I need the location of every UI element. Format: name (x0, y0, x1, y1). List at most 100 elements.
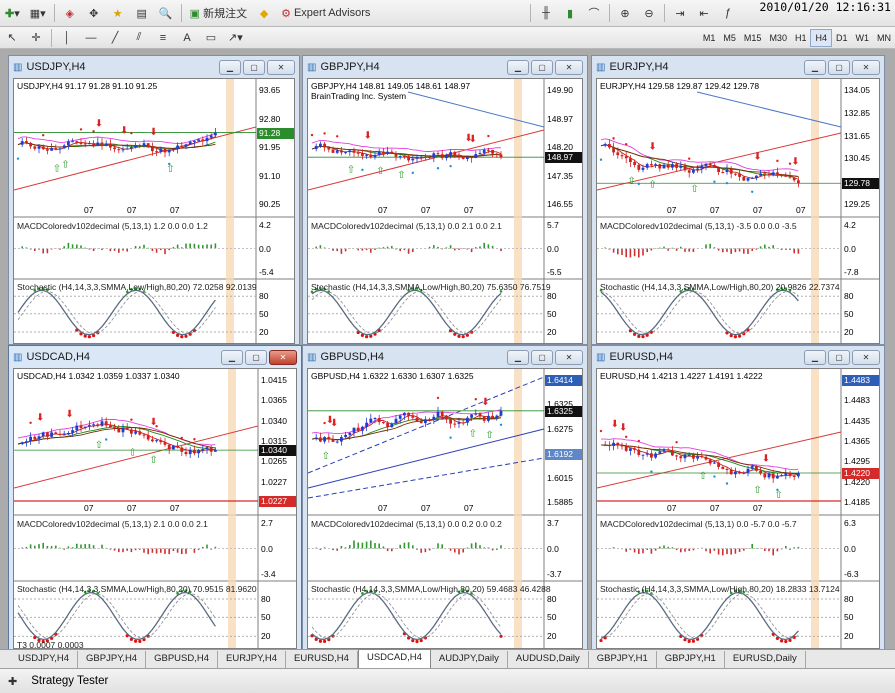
indicators-icon[interactable]: ƒ (718, 3, 738, 23)
chart-window[interactable]: ▥ GBPUSD,H4 ▁ ▢ ✕ ⬇ ⇧ ⬇ ⇧ ⬇ ⇧ GBPUSD,H4 1.6322 1.63… (302, 345, 588, 649)
timeframe-m30[interactable]: M30 (765, 29, 791, 47)
minimize-button[interactable]: ▁ (804, 349, 826, 365)
price-scale-label: 92.80 (259, 113, 281, 124)
warning-icon[interactable]: ◆ (254, 3, 274, 23)
close-button[interactable]: ✕ (852, 59, 880, 75)
window-titlebar[interactable]: ▥ EURUSD,H4 ▁ ▢ ✕ (592, 346, 884, 368)
timeframe-h1[interactable]: H1 (791, 29, 811, 47)
chart-tab[interactable]: AUDJPY,Daily (431, 651, 508, 668)
chart-tab[interactable]: GBPJPY,H4 (78, 651, 147, 668)
expert-advisors-button[interactable]: ⚙ Expert Advisors (278, 3, 373, 23)
window-titlebar[interactable]: ▥ GBPUSD,H4 ▁ ▢ ✕ (303, 346, 587, 368)
timeframe-m5[interactable]: M5 (719, 29, 740, 47)
sell-arrow: ⬇ (648, 141, 656, 152)
chart-tab[interactable]: GBPJPY,H1 (589, 651, 657, 668)
terminal-icon[interactable]: ▤ (132, 3, 152, 23)
chart-canvas[interactable]: ⬇ ⇧ ⬇ ⇧ ⬇ ⇧ EURJPY,H4 129.58 129.87 129.42 129… (596, 78, 880, 344)
cursor-icon[interactable]: ↖ (2, 28, 22, 48)
window-titlebar[interactable]: ▥ USDJPY,H4 ▁ ▢ ✕ (9, 56, 299, 78)
close-button[interactable]: ✕ (555, 349, 583, 365)
maximize-button[interactable]: ▢ (531, 349, 553, 365)
candle-body (29, 142, 32, 147)
minimize-button[interactable]: ▁ (804, 59, 826, 75)
new-chart-icon[interactable]: ✚ ▾ (2, 3, 23, 23)
line-chart-icon[interactable]: ⌒ (584, 3, 604, 23)
arrows-icon[interactable]: ↗▾ (225, 28, 246, 48)
maximize-button[interactable]: ▢ (243, 59, 265, 75)
timeframe-d1[interactable]: D1 (832, 29, 852, 47)
trendline-icon[interactable]: ╱ (105, 28, 125, 48)
navigator-icon[interactable]: ✥ (84, 3, 104, 23)
chart-tab[interactable]: GBPUSD,H4 (146, 651, 218, 668)
window-titlebar[interactable]: ▥ EURJPY,H4 ▁ ▢ ✕ (592, 56, 884, 78)
zoom-in-icon[interactable]: ⊕ (615, 3, 635, 23)
chart-tab[interactable]: AUDUSD,Daily (508, 651, 589, 668)
favorites-icon[interactable]: ★ (108, 3, 128, 23)
timeframe-m15[interactable]: M15 (740, 29, 766, 47)
vertical-line-icon[interactable]: │ (57, 28, 77, 48)
time-axis-label: 07 (127, 503, 137, 513)
candle-body (658, 451, 662, 454)
chart-tab[interactable]: USDCAD,H4 (357, 649, 431, 668)
price-scale-label: 1.0265 (261, 456, 287, 467)
zoom-out-icon[interactable]: ⊖ (639, 3, 659, 23)
bar-chart-icon[interactable]: ╫ (536, 3, 556, 23)
chart-window[interactable]: ▥ EURUSD,H4 ▁ ▢ ✕ ⬇ ⇧ ⬇ ⇧ ⬇ ⇧ EURUSD,H4 1.4213 1.42… (591, 345, 885, 649)
chart-window[interactable]: ▥ EURJPY,H4 ▁ ▢ ✕ ⬇ ⇧ ⬇ ⇧ ⬇ ⇧ EURJPY,H4 129.58 129.… (591, 55, 885, 345)
chart-shift-icon[interactable]: ⇥ (670, 3, 690, 23)
profiles-icon[interactable]: ▦▾ (27, 3, 49, 23)
label-icon[interactable]: ▭ (201, 28, 221, 48)
minimize-button[interactable]: ▁ (221, 349, 243, 365)
chart-window[interactable]: ▥ USDCAD,H4 ▁ ▢ ✕ ⬇ ⇧ ⬇ ⇧ ⬇ ⇧ USDCAD,H4 1.0342 1.03… (8, 345, 302, 649)
chart-canvas[interactable]: ⬇ ⇧ ⬇ ⇧ ⬇ ⇧ EURUSD,H4 1.4213 1.4227 1.4191 1.4… (596, 368, 880, 649)
maximize-button[interactable]: ▢ (531, 59, 553, 75)
channel-icon[interactable]: ⫽ (129, 28, 149, 48)
chart-tab[interactable]: USDJPY,H4 (10, 651, 79, 668)
candle-body (125, 427, 129, 430)
window-titlebar[interactable]: ▥ GBPJPY,H4 ▁ ▢ ✕ (303, 56, 587, 78)
tester-icon[interactable]: 🔍 (156, 3, 176, 23)
timeframe-m1[interactable]: M1 (699, 29, 720, 47)
candle-body (50, 148, 53, 151)
close-button[interactable]: ✕ (555, 59, 583, 75)
fibonacci-icon[interactable]: ≡ (153, 28, 173, 48)
timeframe-w1[interactable]: W1 (852, 29, 874, 47)
price-chart-svg: ⬇ ⇧ ⬇ ⇧ ⬇ ⇧ (597, 369, 879, 648)
chart-window[interactable]: ▥ GBPJPY,H4 ▁ ▢ ✕ ⬇ ⇧ ⬇ ⇧ ⬇ ⇧ GBPJPY,H4 148.81 149.… (302, 55, 588, 345)
chart-window[interactable]: ▥ USDJPY,H4 ▁ ▢ ✕ ⬇ ⇧ ⬇ ⇧ ⬇ ⇧ USDJPY,H4 91.17 91.28… (8, 55, 300, 345)
chart-canvas[interactable]: ⬇ ⇧ ⬇ ⇧ ⬇ ⇧ USDJPY,H4 91.17 91.28 91.10 91.25 9… (13, 78, 295, 344)
candle-body (763, 173, 767, 175)
chart-canvas[interactable]: ⬇ ⇧ ⬇ ⇧ ⬇ ⇧ USDCAD,H4 1.0342 1.0359 1.0337 1.0… (13, 368, 297, 649)
close-button[interactable]: ✕ (852, 349, 880, 365)
text-icon[interactable]: A (177, 28, 197, 48)
candle-body (209, 135, 213, 138)
market-watch-icon[interactable]: ◈ (60, 3, 80, 23)
candle-body (608, 143, 611, 148)
new-order-button[interactable]: ▣ 新規注文 (187, 3, 250, 23)
expand-icon[interactable]: ✚ (8, 675, 17, 688)
chart-tab[interactable]: EURUSD,H4 (286, 651, 358, 668)
chart-tab[interactable]: GBPJPY,H1 (657, 651, 725, 668)
chart-tab[interactable]: EURUSD,Daily (725, 651, 806, 668)
maximize-button[interactable]: ▢ (828, 349, 850, 365)
crosshair-icon[interactable]: ✛ (26, 28, 46, 48)
strategy-tester-label[interactable]: Strategy Tester (31, 675, 108, 687)
autoscroll-icon[interactable]: ⇤ (694, 3, 714, 23)
candlestick-icon[interactable]: ▮ (560, 3, 580, 23)
horizontal-line-icon[interactable]: — (81, 28, 101, 48)
window-titlebar[interactable]: ▥ USDCAD,H4 ▁ ▢ ✕ (9, 346, 301, 368)
chart-canvas[interactable]: ⬇ ⇧ ⬇ ⇧ ⬇ ⇧ GBPUSD,H4 1.6322 1.6330 1.6307 1.6… (307, 368, 583, 649)
maximize-button[interactable]: ▢ (828, 59, 850, 75)
minimize-button[interactable]: ▁ (219, 59, 241, 75)
chart-canvas[interactable]: ⬇ ⇧ ⬇ ⇧ ⬇ ⇧ GBPJPY,H4 148.81 149.05 148.61 148… (307, 78, 583, 344)
close-button[interactable]: ✕ (269, 349, 297, 365)
candle-body (58, 148, 62, 150)
maximize-button[interactable]: ▢ (245, 349, 267, 365)
minimize-button[interactable]: ▁ (507, 59, 529, 75)
close-button[interactable]: ✕ (267, 59, 295, 75)
timeframe-h4[interactable]: H4 (810, 28, 832, 47)
timeframe-mn[interactable]: MN (873, 29, 895, 47)
candle-body (83, 426, 87, 428)
minimize-button[interactable]: ▁ (507, 349, 529, 365)
chart-tab[interactable]: EURJPY,H4 (218, 651, 287, 668)
